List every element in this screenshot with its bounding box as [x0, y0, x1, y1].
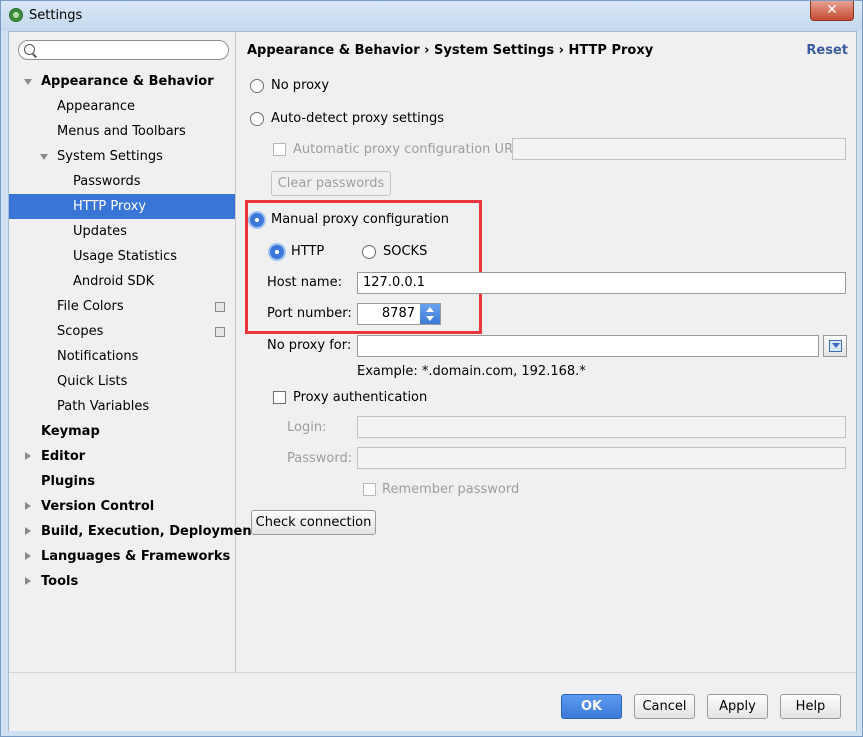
- tree-item-build-execution-deployment[interactable]: Build, Execution, Deployment: [9, 519, 258, 544]
- expand-field-icon[interactable]: [823, 335, 847, 357]
- auto-detect-radio[interactable]: [250, 112, 264, 126]
- tree-item-scopes[interactable]: Scopes: [9, 319, 235, 344]
- ok-button[interactable]: OK: [561, 694, 622, 719]
- password-label: Password:: [287, 451, 353, 466]
- tree-item-plugins[interactable]: Plugins: [9, 469, 235, 494]
- android-studio-icon: [9, 8, 23, 22]
- dialog-footer: OK Cancel Apply Help: [9, 672, 856, 731]
- chevron-right-icon[interactable]: [25, 527, 31, 535]
- tree-item-tools[interactable]: Tools: [9, 569, 235, 594]
- manual-proxy-radio[interactable]: [250, 213, 264, 227]
- http-proxy-panel: Appearance & Behavior › System Settings …: [236, 32, 856, 672]
- http-label[interactable]: HTTP: [291, 244, 324, 259]
- settings-tree: Appearance & Behavior Appearance Menus a…: [9, 32, 258, 672]
- auto-detect-label[interactable]: Auto-detect proxy settings: [271, 111, 444, 126]
- tree-item-languages-frameworks[interactable]: Languages & Frameworks: [9, 544, 235, 569]
- no-proxy-radio[interactable]: [250, 79, 264, 93]
- host-name-label: Host name:: [267, 275, 342, 290]
- spinner-arrows-icon[interactable]: [420, 304, 440, 324]
- auto-config-url-checkbox[interactable]: [273, 143, 286, 156]
- tree-item-menus-toolbars[interactable]: Menus and Toolbars: [9, 119, 235, 144]
- search-input[interactable]: [18, 40, 229, 60]
- host-name-input[interactable]: 127.0.0.1: [357, 272, 846, 294]
- tree-item-quick-lists[interactable]: Quick Lists: [9, 369, 235, 394]
- tree-item-passwords[interactable]: Passwords: [9, 169, 235, 194]
- project-level-icon: [212, 324, 225, 337]
- project-level-icon: [212, 299, 225, 312]
- window-title: Settings: [29, 8, 83, 23]
- close-button[interactable]: ✕: [810, 1, 854, 21]
- dialog-body: Appearance & Behavior Appearance Menus a…: [8, 31, 857, 731]
- port-number-label: Port number:: [267, 306, 352, 321]
- tree-item-appearance-behavior[interactable]: Appearance & Behavior: [9, 69, 235, 94]
- socks-radio[interactable]: [362, 245, 376, 259]
- reset-link[interactable]: Reset: [806, 43, 848, 58]
- tree-item-appearance[interactable]: Appearance: [9, 94, 235, 119]
- chevron-down-icon[interactable]: [24, 79, 32, 85]
- apply-button[interactable]: Apply: [707, 694, 768, 719]
- title-bar: Settings ✕: [1, 1, 862, 31]
- tree-item-version-control[interactable]: Version Control: [9, 494, 235, 519]
- breadcrumb: Appearance & Behavior › System Settings …: [247, 43, 654, 58]
- password-input[interactable]: [357, 447, 846, 469]
- login-input[interactable]: [357, 416, 846, 438]
- tree-item-file-colors[interactable]: File Colors: [9, 294, 235, 319]
- tree-item-http-proxy[interactable]: HTTP Proxy: [9, 194, 235, 219]
- tree-item-path-variables[interactable]: Path Variables: [9, 394, 235, 419]
- proxy-auth-checkbox[interactable]: [273, 391, 286, 404]
- chevron-right-icon[interactable]: [25, 552, 31, 560]
- auto-config-url-label: Automatic proxy configuration URL:: [293, 142, 525, 157]
- http-radio[interactable]: [270, 245, 284, 259]
- chevron-right-icon[interactable]: [25, 452, 31, 460]
- example-text: Example: *.domain.com, 192.168.*: [357, 364, 586, 379]
- cancel-button[interactable]: Cancel: [634, 694, 695, 719]
- manual-proxy-label[interactable]: Manual proxy configuration: [271, 212, 449, 227]
- no-proxy-label[interactable]: No proxy: [271, 78, 329, 93]
- login-label: Login:: [287, 420, 327, 435]
- tree-item-usage-statistics[interactable]: Usage Statistics: [9, 244, 235, 269]
- chevron-right-icon[interactable]: [25, 577, 31, 585]
- port-number-stepper[interactable]: 8787: [357, 303, 441, 325]
- tree-item-keymap[interactable]: Keymap: [9, 419, 235, 444]
- check-connection-button[interactable]: Check connection: [251, 510, 376, 535]
- no-proxy-for-input[interactable]: [357, 335, 819, 357]
- settings-window: Settings ✕ Appearance & Behavior Appeara…: [0, 0, 863, 737]
- socks-label[interactable]: SOCKS: [383, 244, 427, 259]
- clear-passwords-button[interactable]: Clear passwords: [271, 171, 391, 196]
- no-proxy-for-label: No proxy for:: [267, 338, 352, 353]
- tree-item-updates[interactable]: Updates: [9, 219, 235, 244]
- tree-item-editor[interactable]: Editor: [9, 444, 235, 469]
- tree-item-notifications[interactable]: Notifications: [9, 344, 235, 369]
- remember-password-checkbox[interactable]: [363, 483, 376, 496]
- auto-config-url-input[interactable]: [512, 138, 846, 160]
- chevron-right-icon[interactable]: [25, 502, 31, 510]
- tree-item-android-sdk[interactable]: Android SDK: [9, 269, 235, 294]
- search-icon: [24, 44, 35, 55]
- tree-item-system-settings[interactable]: System Settings: [9, 144, 235, 169]
- chevron-down-icon[interactable]: [40, 154, 48, 160]
- proxy-auth-label[interactable]: Proxy authentication: [293, 390, 427, 405]
- remember-password-label: Remember password: [382, 482, 520, 497]
- help-button[interactable]: Help: [780, 694, 841, 719]
